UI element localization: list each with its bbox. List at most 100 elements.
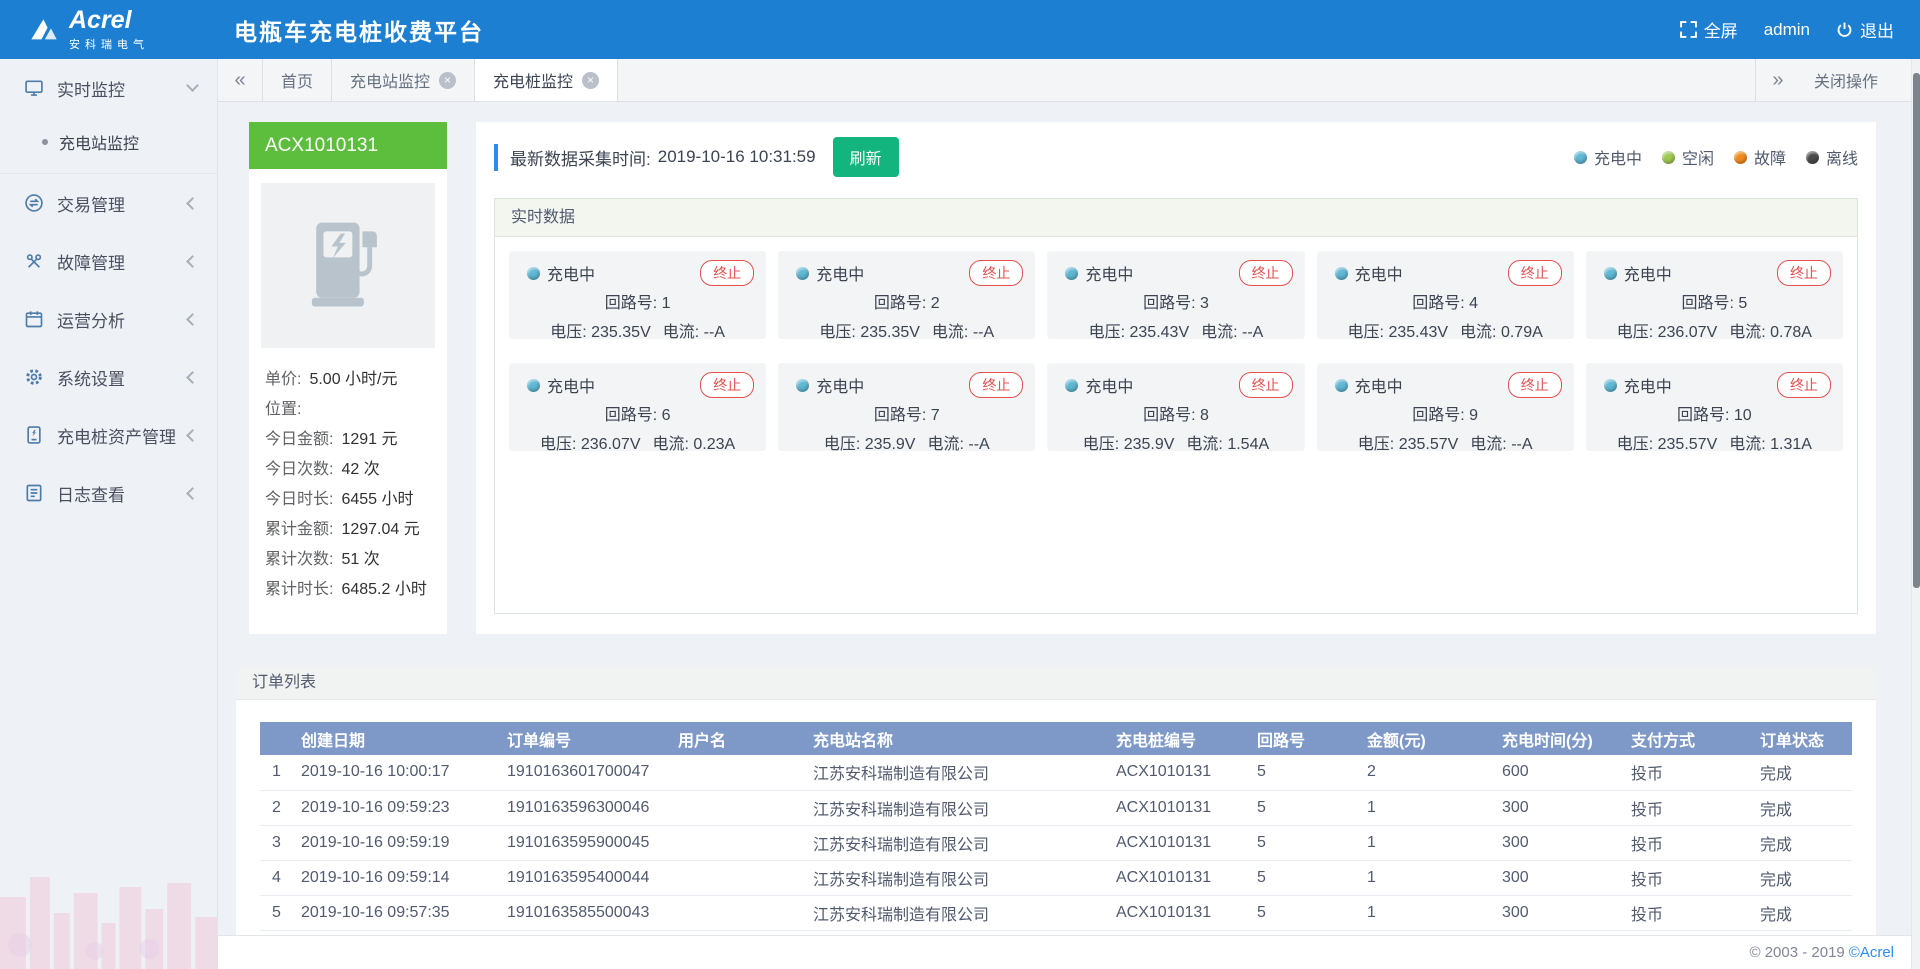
column-header: 支付方式: [1623, 722, 1752, 755]
circuit-status: 充电中: [796, 261, 864, 285]
status-dot-icon: [1574, 151, 1587, 164]
orders-section-title: 订单列表: [236, 667, 1876, 700]
order-table-row: 5 2019-10-16 09:57:35 1910163585500043 江…: [260, 895, 1852, 930]
close-operations-button[interactable]: 关闭操作: [1800, 59, 1892, 101]
circuit-number: 回路号: 9: [1327, 401, 1564, 425]
tools-icon: [24, 251, 44, 271]
column-header: 订单编号: [499, 722, 670, 755]
circuit-values: 电压: 235.43V电流: 0.79A: [1327, 318, 1564, 342]
circuit-card: 充电中 终止 回路号: 7 电压: 235.9V电流: --A: [778, 363, 1035, 451]
circuit-number: 回路号: 6: [519, 401, 756, 425]
charging-status-dot-icon: [527, 379, 540, 392]
circuit-values: 电压: 235.9V电流: 1.54A: [1057, 430, 1294, 454]
transaction-icon: [24, 193, 44, 213]
circuit-number: 回路号: 10: [1596, 401, 1833, 425]
orders-panel: 订单列表 创建日期: [236, 667, 1876, 935]
bullet-icon: [42, 139, 48, 145]
charging-pile-icon: [296, 207, 400, 325]
sidebar-item-transaction-management[interactable]: 交易管理: [0, 174, 217, 232]
sidebar-item-log-view[interactable]: 日志查看: [0, 464, 217, 522]
terminate-button[interactable]: 终止: [969, 372, 1023, 398]
col-index: [260, 722, 293, 755]
pile-stat-line: 累计次数: 51 次: [265, 542, 435, 572]
terminate-button[interactable]: 终止: [1777, 260, 1831, 286]
terminate-button[interactable]: 终止: [1239, 372, 1293, 398]
column-header: 充电站名称: [805, 722, 1108, 755]
legend-item: 故障: [1734, 145, 1786, 169]
tab-charging-pile-monitor[interactable]: 充电桩监控 ×: [475, 59, 618, 101]
legend-item: 空闲: [1662, 145, 1714, 169]
realtime-data-title: 实时数据: [495, 199, 1857, 237]
tab-home[interactable]: 首页: [263, 59, 332, 101]
refresh-button[interactable]: 刷新: [833, 137, 899, 177]
realtime-monitor-panel: 最新数据采集时间: 2019-10-16 10:31:59 刷新 充电中: [476, 122, 1876, 634]
pile-stat-line: 今日时长: 6455 小时: [265, 482, 435, 512]
sidebar-item-charging-station-monitor[interactable]: 充电站监控: [0, 117, 217, 167]
circuit-status: 充电中: [1065, 261, 1133, 285]
charging-status-dot-icon: [796, 267, 809, 280]
legend-item: 离线: [1806, 145, 1858, 169]
user-menu[interactable]: admin: [1764, 20, 1810, 40]
circuit-card: 充电中 终止 回路号: 2 电压: 235.35V电流: --A: [778, 251, 1035, 339]
sidebar-item-operation-analysis[interactable]: 运营分析: [0, 290, 217, 348]
tab-close-icon[interactable]: ×: [439, 72, 456, 89]
sidebar-item-system-settings[interactable]: 系统设置: [0, 348, 217, 406]
circuit-status: 充电中: [1604, 373, 1672, 397]
charging-status-dot-icon: [796, 379, 809, 392]
pile-info-card: ACX1010131: [249, 122, 447, 634]
tabs-scroll-right-button[interactable]: »: [1755, 59, 1800, 101]
circuit-values: 电压: 235.43V电流: --A: [1057, 318, 1294, 342]
calendar-icon: [24, 309, 44, 329]
collect-time-value: 2019-10-16 10:31:59: [658, 147, 816, 167]
circuit-values: 电压: 236.07V电流: 0.78A: [1596, 318, 1833, 342]
charging-status-dot-icon: [1065, 379, 1078, 392]
circuit-cards: 充电中 终止 回路号: 1 电压: 235.35V电流: --A: [495, 237, 1857, 465]
pile-stat-line: 今日金额: 1291 元: [265, 422, 435, 452]
gear-icon: [24, 367, 44, 387]
circuit-values: 电压: 235.9V电流: --A: [788, 430, 1025, 454]
terminate-button[interactable]: 终止: [1508, 260, 1562, 286]
column-header: 用户名: [670, 722, 805, 755]
circuit-number: 回路号: 2: [788, 289, 1025, 313]
sidebar-item-realtime-monitor[interactable]: 实时监控: [0, 59, 217, 117]
pile-stat-line: 单价: 5.00 小时/元: [265, 362, 435, 392]
scrollbar-thumb[interactable]: [1913, 73, 1920, 588]
orders-table: 创建日期 订单编号 用户名 充电站名称 充电桩编号: [260, 722, 1852, 931]
accent-bar: [494, 144, 498, 171]
column-header: 充电时间(分): [1494, 722, 1623, 755]
terminate-button[interactable]: 终止: [1777, 372, 1831, 398]
logout-button[interactable]: 退出: [1836, 17, 1894, 42]
circuit-number: 回路号: 4: [1327, 289, 1564, 313]
sidebar-item-pile-asset-management[interactable]: 充电桩资产管理: [0, 406, 217, 464]
charging-pile-icon: [24, 425, 44, 445]
terminate-button[interactable]: 终止: [969, 260, 1023, 286]
order-table-row: 3 2019-10-16 09:59:19 1910163595900045 江…: [260, 825, 1852, 860]
tab-close-icon[interactable]: ×: [582, 72, 599, 89]
charging-status-dot-icon: [1335, 267, 1348, 280]
circuit-status: 充电中: [1335, 373, 1403, 397]
tab-charging-station-monitor[interactable]: 充电站监控 ×: [332, 59, 475, 101]
orders-table-header: 创建日期 订单编号 用户名 充电站名称 充电桩编号: [260, 722, 1852, 755]
acrel-link[interactable]: ©Acrel: [1849, 944, 1894, 961]
chevron-left-icon: [186, 313, 199, 326]
terminate-button[interactable]: 终止: [1239, 260, 1293, 286]
vertical-scrollbar[interactable]: [1911, 59, 1920, 969]
chevron-left-icon: [186, 197, 199, 210]
circuit-card: 充电中 终止 回路号: 10 电压: 235.57V电流: 1.31A: [1586, 363, 1843, 451]
status-dot-icon: [1806, 151, 1819, 164]
collect-time-label: 最新数据采集时间:: [510, 145, 651, 170]
column-header: 金额(元): [1359, 722, 1494, 755]
terminate-button[interactable]: 终止: [700, 372, 754, 398]
tabs-scroll-left-button[interactable]: «: [218, 59, 263, 101]
circuit-number: 回路号: 8: [1057, 401, 1294, 425]
chevron-down-icon: [186, 79, 199, 92]
pile-id-header: ACX1010131: [249, 122, 447, 169]
terminate-button[interactable]: 终止: [1508, 372, 1562, 398]
sidebar-item-fault-management[interactable]: 故障管理: [0, 232, 217, 290]
fullscreen-button[interactable]: 全屏: [1680, 17, 1738, 42]
legend-item: 充电中: [1574, 145, 1642, 169]
circuit-status: 充电中: [1604, 261, 1672, 285]
circuit-number: 回路号: 3: [1057, 289, 1294, 313]
terminate-button[interactable]: 终止: [700, 260, 754, 286]
circuit-values: 电压: 235.35V电流: --A: [788, 318, 1025, 342]
